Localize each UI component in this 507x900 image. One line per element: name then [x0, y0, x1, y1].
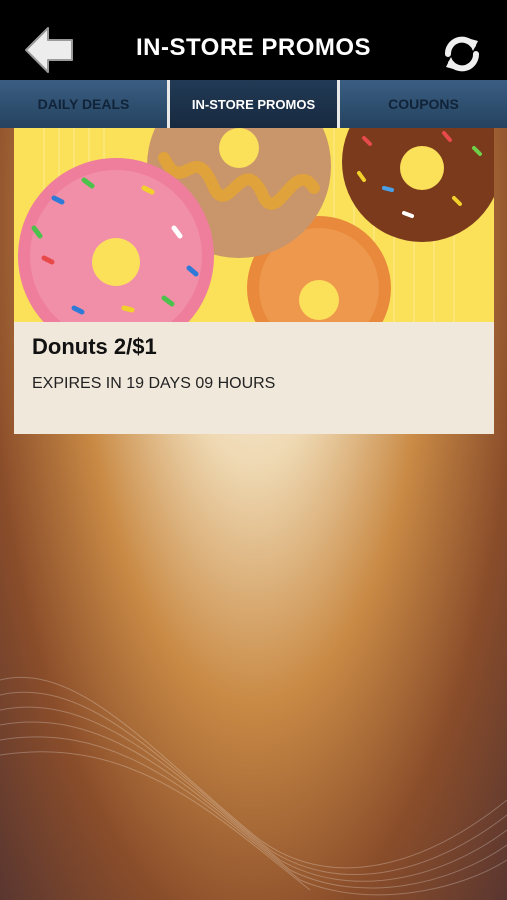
tab-in-store-promos[interactable]: IN-STORE PROMOS — [170, 80, 340, 128]
page-title: IN-STORE PROMOS — [135, 34, 372, 61]
tab-label: IN-STORE PROMOS — [191, 96, 316, 112]
refresh-button[interactable] — [440, 32, 484, 76]
promo-title: Donuts 2/$1 — [32, 334, 157, 359]
tab-bar: DAILY DEALS IN-STORE PROMOS COUPONS — [0, 80, 507, 128]
background-waves — [0, 677, 507, 896]
tab-label: COUPONS — [388, 96, 459, 112]
donuts-image — [14, 128, 494, 322]
refresh-icon — [445, 36, 479, 72]
tab-coupons[interactable]: COUPONS — [340, 80, 507, 128]
back-button[interactable] — [22, 24, 78, 76]
promo-card[interactable]: Donuts 2/$1 EXPIRES IN 19 DAYS 09 HOURS — [14, 128, 494, 434]
tab-daily-deals[interactable]: DAILY DEALS — [0, 80, 170, 128]
top-bar: IN-STORE PROMOS — [0, 0, 507, 80]
tab-label: DAILY DEALS — [37, 96, 130, 112]
arrow-left-icon — [25, 27, 73, 73]
promo-expiry: EXPIRES IN 19 DAYS 09 HOURS — [32, 375, 276, 392]
